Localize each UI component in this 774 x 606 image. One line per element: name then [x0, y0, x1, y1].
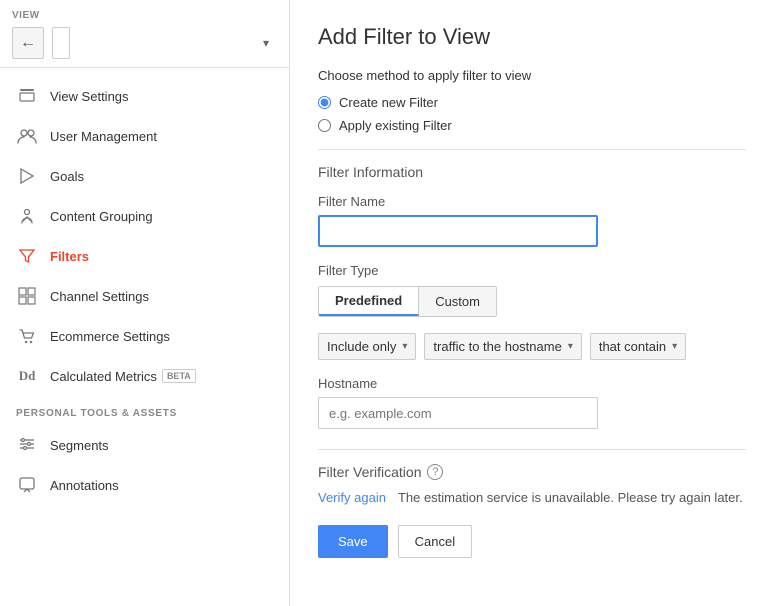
segments-icon: [16, 434, 38, 456]
view-label: VIEW: [12, 10, 277, 21]
cancel-button[interactable]: Cancel: [398, 525, 472, 558]
view-select[interactable]: [52, 27, 70, 59]
sidebar-item-channel-settings[interactable]: Channel Settings: [0, 276, 289, 316]
filter-type-label: Filter Type: [318, 263, 746, 278]
traffic-hostname-label: traffic to the hostname: [433, 339, 561, 354]
traffic-hostname-arrow-icon: ▾: [568, 341, 573, 352]
verification-section: Filter Verification ? Verify again The e…: [318, 449, 746, 505]
tab-custom[interactable]: Custom: [419, 287, 496, 316]
calculated-metrics-icon: Dd: [16, 365, 38, 387]
back-icon: ←: [20, 34, 36, 52]
that-contain-arrow-icon: ▾: [672, 341, 677, 352]
sidebar-item-ecommerce-settings[interactable]: Ecommerce Settings: [0, 316, 289, 356]
ecommerce-settings-icon: [16, 325, 38, 347]
segments-label: Segments: [50, 438, 109, 453]
user-management-icon: [16, 125, 38, 147]
filters-icon: [16, 245, 38, 267]
sidebar-item-goals[interactable]: Goals: [0, 156, 289, 196]
main-content: Add Filter to View Choose method to appl…: [290, 0, 774, 606]
sidebar-item-annotations[interactable]: Annotations: [0, 465, 289, 505]
page-title: Add Filter to View: [318, 24, 746, 50]
that-contain-dropdown[interactable]: that contain ▾: [590, 333, 686, 360]
hostname-label: Hostname: [318, 376, 746, 391]
save-button[interactable]: Save: [318, 525, 388, 558]
hostname-input[interactable]: [318, 397, 598, 429]
verification-row: Verify again The estimation service is u…: [318, 490, 746, 505]
create-new-radio[interactable]: [318, 96, 331, 109]
action-buttons: Save Cancel: [318, 525, 746, 558]
filter-type-tabs: Predefined Custom: [318, 286, 497, 317]
tab-predefined[interactable]: Predefined: [319, 287, 419, 316]
calculated-metrics-label: Calculated Metrics: [50, 369, 157, 384]
user-management-label: User Management: [50, 129, 157, 144]
back-button[interactable]: ←: [12, 27, 44, 59]
help-icon[interactable]: ?: [427, 464, 443, 480]
ecommerce-settings-label: Ecommerce Settings: [50, 329, 170, 344]
filter-type-section: Filter Type Predefined Custom: [318, 263, 746, 317]
sidebar-item-user-management[interactable]: User Management: [0, 116, 289, 156]
view-select-wrapper: ←: [12, 27, 277, 59]
annotations-icon: [16, 474, 38, 496]
sidebar-nav: View Settings User Management Goals Cont…: [0, 68, 289, 606]
filter-name-label: Filter Name: [318, 194, 746, 209]
apply-existing-filter-option[interactable]: Apply existing Filter: [318, 118, 746, 133]
hostname-section: Hostname: [318, 376, 746, 429]
sidebar-item-content-grouping[interactable]: Content Grouping: [0, 196, 289, 236]
filter-name-input[interactable]: [318, 215, 598, 247]
sidebar-top: VIEW ←: [0, 0, 289, 68]
view-settings-icon: [16, 85, 38, 107]
filter-method-radio-group: Create new Filter Apply existing Filter: [318, 95, 746, 133]
content-grouping-label: Content Grouping: [50, 209, 153, 224]
channel-settings-icon: [16, 285, 38, 307]
view-settings-label: View Settings: [50, 89, 129, 104]
create-new-filter-option[interactable]: Create new Filter: [318, 95, 746, 110]
sidebar-item-view-settings[interactable]: View Settings: [0, 76, 289, 116]
filter-info-section: Filter Information Filter Name Filter Ty…: [318, 149, 746, 429]
channel-settings-label: Channel Settings: [50, 289, 149, 304]
sidebar-item-filters[interactable]: Filters: [0, 236, 289, 276]
content-grouping-icon: [16, 205, 38, 227]
filter-verification-title: Filter Verification ?: [318, 464, 746, 480]
traffic-hostname-dropdown[interactable]: traffic to the hostname ▾: [424, 333, 581, 360]
include-only-arrow-icon: ▾: [402, 341, 407, 352]
include-only-label: Include only: [327, 339, 396, 354]
annotations-label: Annotations: [50, 478, 119, 493]
create-new-label: Create new Filter: [339, 95, 438, 110]
calculated-metrics-badge: BETA: [162, 369, 196, 383]
filter-dropdowns: Include only ▾ traffic to the hostname ▾…: [318, 333, 746, 360]
filters-label: Filters: [50, 249, 89, 264]
view-select-container: [52, 27, 277, 59]
sidebar: VIEW ← View Settings User Manageme: [0, 0, 290, 606]
verification-message: The estimation service is unavailable. P…: [398, 490, 743, 505]
filter-info-title: Filter Information: [318, 164, 746, 180]
include-only-dropdown[interactable]: Include only ▾: [318, 333, 416, 360]
apply-existing-label: Apply existing Filter: [339, 118, 452, 133]
filter-verification-label: Filter Verification: [318, 464, 421, 480]
sidebar-item-calculated-metrics[interactable]: Dd Calculated Metrics BETA: [0, 356, 289, 396]
personal-tools-label: PERSONAL TOOLS & ASSETS: [0, 396, 289, 425]
choose-method-label: Choose method to apply filter to view: [318, 68, 746, 83]
apply-existing-radio[interactable]: [318, 119, 331, 132]
sidebar-item-segments[interactable]: Segments: [0, 425, 289, 465]
goals-label: Goals: [50, 169, 84, 184]
that-contain-label: that contain: [599, 339, 666, 354]
goals-icon: [16, 165, 38, 187]
verify-again-link[interactable]: Verify again: [318, 490, 386, 505]
